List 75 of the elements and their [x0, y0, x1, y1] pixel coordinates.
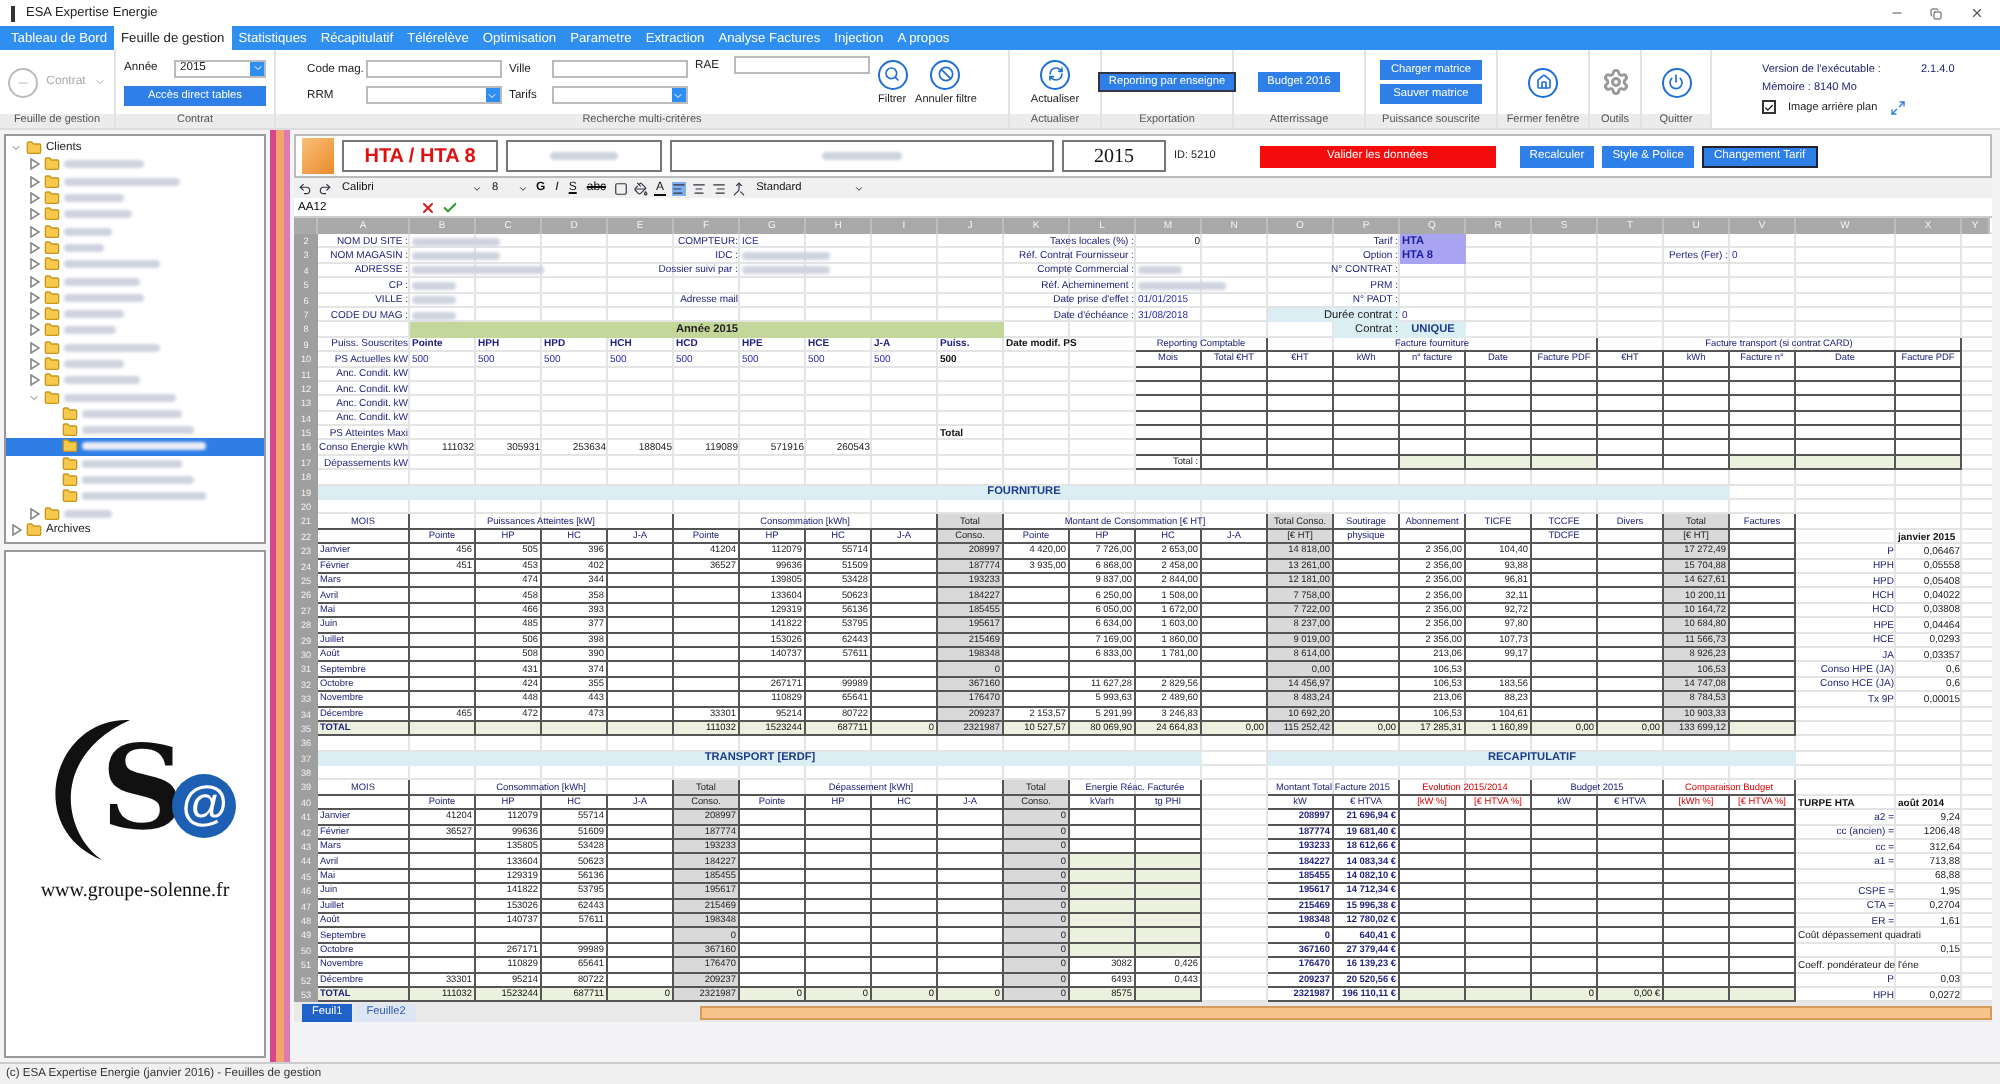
scrollbar[interactable]: [699, 1005, 1992, 1020]
caret-icon: [485, 88, 500, 102]
checkbox[interactable]: [1762, 100, 1776, 114]
refresh-icon: [1040, 59, 1070, 89]
caret-icon: [854, 183, 865, 193]
redacted-text: [64, 194, 124, 203]
redacted-text: [64, 343, 160, 352]
caret-icon: [671, 88, 686, 102]
redacted-text: [64, 227, 112, 236]
undo-icon[interactable]: [298, 181, 312, 195]
redacted-text: [412, 281, 456, 290]
collapse-icon[interactable]: [28, 391, 40, 404]
redacted-text: [64, 210, 132, 219]
search-icon: [877, 59, 908, 89]
list-icon: [8, 67, 39, 97]
redacted-text: [64, 277, 140, 286]
redacted-text: [82, 492, 206, 501]
input-field[interactable]: [733, 56, 870, 74]
redacted-text: [64, 293, 144, 302]
redacted-text: [1138, 281, 1226, 290]
select-field[interactable]: [365, 86, 502, 104]
website-link[interactable]: www.groupe-solenne.fr: [40, 879, 230, 901]
ban-icon: [930, 59, 961, 89]
collapse-icon[interactable]: [10, 142, 22, 155]
confirm-icon[interactable]: [442, 199, 458, 215]
power-icon: [1661, 67, 1691, 97]
redacted-text: [64, 393, 176, 402]
redacted-text: [82, 459, 182, 468]
redacted-text: [64, 376, 140, 385]
redacted-text: [412, 311, 456, 320]
expand-icon[interactable]: [1889, 99, 1906, 115]
caret-icon: [93, 76, 106, 88]
redacted-text: [742, 266, 830, 275]
redacted-text: [1138, 266, 1182, 275]
redacted-text: [742, 252, 830, 261]
redacted-text: [82, 426, 194, 435]
redacted-text: [64, 360, 124, 368]
tariff-title: HTA / HTA 8: [342, 140, 498, 172]
align-center-icon[interactable]: [692, 181, 707, 195]
app-icon: [8, 5, 18, 21]
redacted-text: [64, 509, 112, 518]
redacted-text: [412, 296, 456, 305]
fill-icon[interactable]: [634, 181, 649, 195]
redacted-text: [64, 243, 104, 252]
select-field[interactable]: [551, 86, 688, 104]
home-icon: [1528, 67, 1558, 97]
align-right-icon[interactable]: [712, 181, 727, 195]
quit-button[interactable]: [1661, 67, 1691, 97]
year-field: 2015: [1062, 140, 1166, 172]
redacted-text: [82, 409, 182, 418]
border-icon[interactable]: [614, 181, 629, 195]
close-window-button[interactable]: [1528, 67, 1558, 97]
redacted-text: [82, 476, 194, 485]
redacted-text: [64, 310, 124, 319]
input-field[interactable]: [365, 60, 502, 78]
caret-icon: [250, 61, 264, 75]
caret-icon: [472, 183, 482, 193]
gear-icon: [1600, 67, 1630, 97]
redacted-text: [64, 177, 180, 186]
redo-icon[interactable]: [318, 181, 332, 195]
tools-button[interactable]: [1600, 67, 1630, 97]
align-left-icon[interactable]: [672, 181, 687, 195]
tree-item[interactable]: [6, 438, 264, 456]
sheet-logo-icon: [302, 138, 334, 174]
merge-icon[interactable]: [732, 181, 747, 195]
redacted-text: [412, 266, 544, 275]
caret-icon: [518, 183, 528, 193]
cancel-icon[interactable]: [420, 199, 436, 215]
redacted-text: [82, 442, 206, 451]
redacted-text: [64, 326, 116, 335]
redacted-text: [64, 260, 160, 269]
redacted-text: [412, 252, 500, 261]
input-field[interactable]: [551, 60, 688, 78]
redacted-text: [64, 160, 144, 169]
redacted-text: [412, 237, 500, 246]
